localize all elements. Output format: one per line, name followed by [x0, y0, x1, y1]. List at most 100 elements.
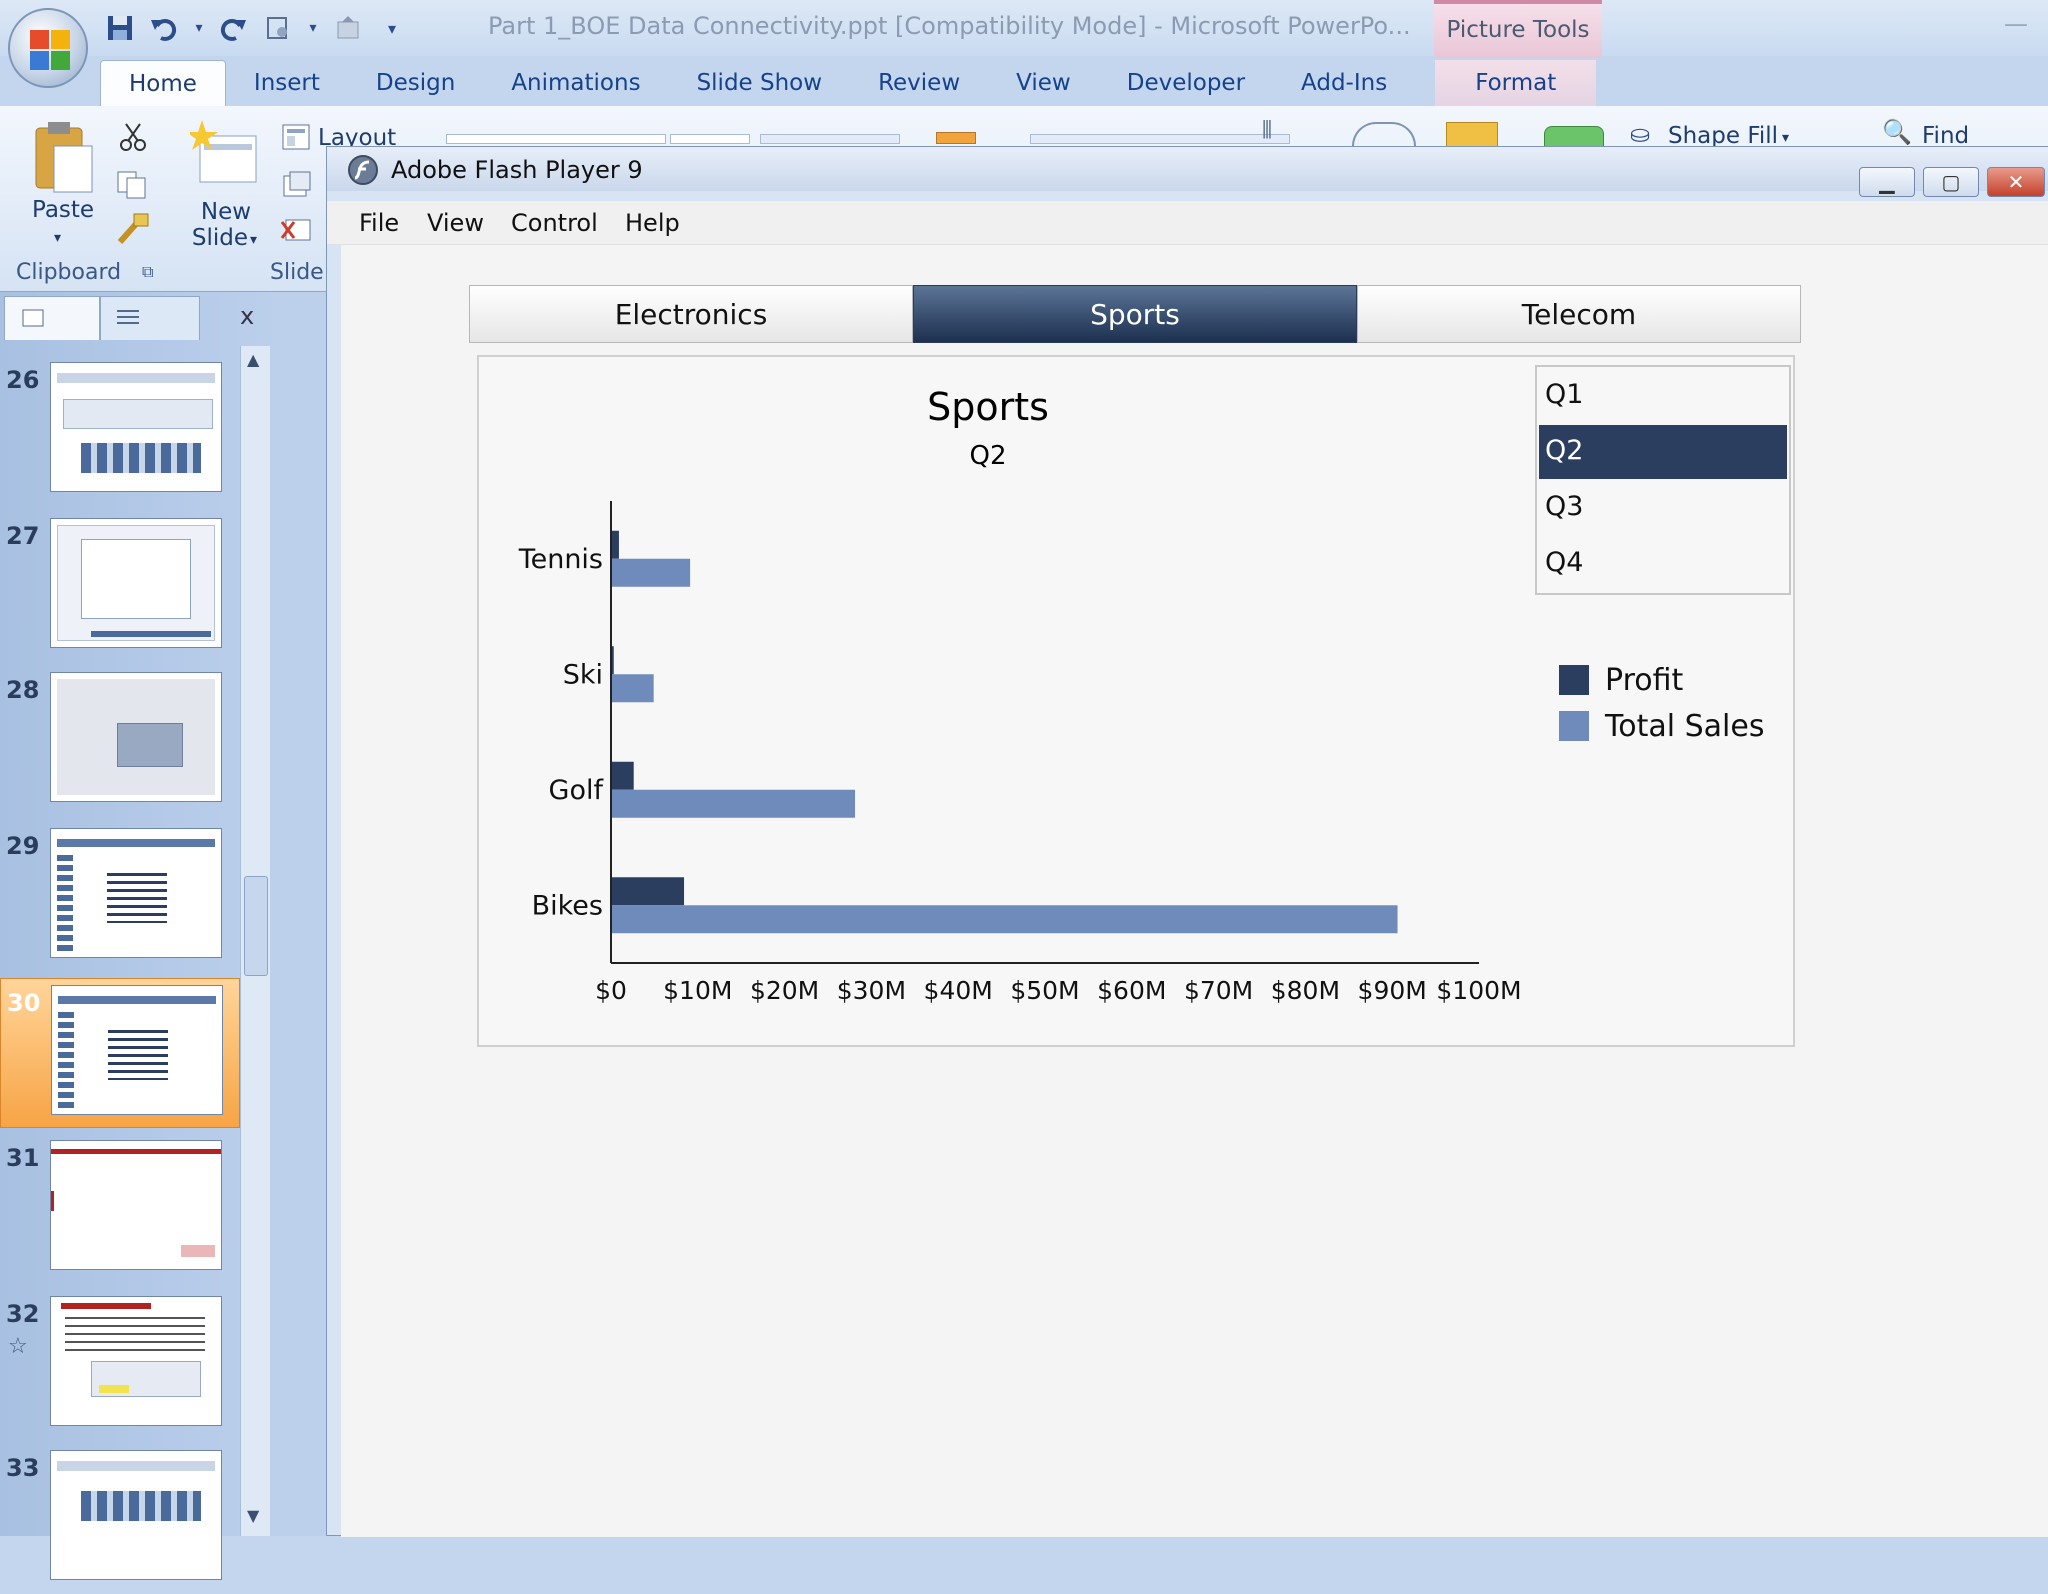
quarter-item-q1[interactable]: Q1 — [1539, 369, 1787, 423]
slide-thumbnail-33[interactable]: 33 — [0, 1444, 240, 1594]
slide-thumbnail-27[interactable]: 27 — [0, 512, 240, 662]
arrange-controls[interactable] — [1030, 134, 1290, 144]
office-button[interactable] — [8, 8, 88, 88]
quarter-item-q3[interactable]: Q3 — [1539, 481, 1787, 535]
menu-view[interactable]: View — [427, 209, 484, 237]
x-tick-label: $70M — [1184, 976, 1253, 1005]
bar-bikes-total-sales — [612, 905, 1398, 934]
bar-golf-profit — [612, 761, 634, 790]
chart-legend: Profit Total Sales — [1559, 657, 1789, 749]
redo-icon[interactable] — [218, 12, 250, 44]
arrange-icon[interactable] — [1352, 122, 1416, 146]
x-tick-label: $30M — [837, 976, 906, 1005]
reset-slide-icon[interactable] — [282, 170, 312, 198]
slide-number: 31 — [6, 1144, 40, 1172]
publish-icon[interactable] — [332, 12, 364, 44]
new-slide-label[interactable]: New — [196, 198, 256, 226]
scroll-up-icon[interactable]: ▲ — [247, 350, 259, 369]
tab-developer[interactable]: Developer — [1099, 60, 1273, 106]
slide-thumbnail-image — [50, 1450, 222, 1580]
tab-insert[interactable]: Insert — [226, 60, 348, 106]
font-name-box[interactable] — [446, 134, 666, 144]
slide-thumbnail-26[interactable]: 26 — [0, 356, 240, 506]
copy-icon[interactable] — [116, 170, 148, 200]
touch-dropdown-icon[interactable]: ▾ — [306, 12, 320, 44]
undo-dropdown-icon[interactable]: ▾ — [192, 12, 206, 44]
tab-view[interactable]: View — [988, 60, 1099, 106]
tab-electronics[interactable]: Electronics — [469, 285, 913, 343]
tab-design[interactable]: Design — [348, 60, 483, 106]
slides-tab[interactable] — [4, 296, 100, 340]
find-icon[interactable]: 🔍 — [1882, 118, 1912, 146]
layout-icon[interactable] — [282, 124, 310, 150]
paste-dropdown-icon[interactable]: ▾ — [54, 224, 61, 252]
picture-tools-context-label: Picture Tools — [1434, 0, 1602, 58]
drawing-shapes-icon[interactable] — [936, 132, 976, 144]
slide-thumbnail-28[interactable]: 28 — [0, 666, 240, 816]
scrollbar-thumb[interactable] — [244, 876, 268, 976]
maximize-button[interactable]: ▢ — [1923, 167, 1979, 197]
slides-tab-icon — [22, 309, 44, 327]
legend-label: Profit — [1605, 662, 1684, 698]
new-slide-icon[interactable] — [190, 118, 260, 192]
tab-review[interactable]: Review — [850, 60, 988, 106]
quarter-item-q4[interactable]: Q4 — [1539, 537, 1787, 591]
slide-thumbnail-31[interactable]: 31 — [0, 1134, 240, 1284]
save-icon[interactable] — [104, 12, 136, 44]
legend-item-profit: Profit — [1559, 657, 1789, 703]
clipboard-dialog-launcher-icon[interactable]: ⧉ — [142, 262, 153, 282]
x-tick-label: $20M — [750, 976, 819, 1005]
category-label: Ski — [563, 659, 603, 690]
slides-panel: x 26 27 28 29 30 31 32 ☆ 33 ▲ ▼ — [0, 292, 280, 1580]
category-label: Bikes — [532, 890, 603, 921]
outline-tab[interactable] — [100, 296, 200, 340]
close-panel-button[interactable]: x — [240, 302, 254, 330]
new-slide-dropdown-icon[interactable]: ▾ — [250, 226, 257, 254]
slide-thumbnail-32[interactable]: 32 ☆ — [0, 1290, 240, 1440]
category-label: Golf — [549, 775, 605, 806]
delete-slide-icon[interactable] — [280, 216, 312, 244]
tab-home[interactable]: Home — [100, 60, 226, 106]
touch-mode-icon[interactable] — [262, 12, 294, 44]
slide-thumbnail-image — [50, 672, 222, 802]
paste-button[interactable]: Paste — [32, 196, 94, 224]
format-painter-icon[interactable] — [116, 212, 150, 246]
cut-icon[interactable] — [118, 122, 148, 152]
undo-icon[interactable] — [148, 12, 180, 44]
slide-thumbnail-image — [50, 362, 222, 492]
new-slide-button[interactable]: Slide — [190, 224, 250, 252]
quarter-list[interactable]: Q1 Q2 Q3 Q4 — [1535, 365, 1791, 595]
x-tick-label: $0 — [595, 976, 627, 1005]
flash-stage: Electronics Sports Telecom Sports Q2 $0 $… — [341, 245, 2048, 1537]
close-button[interactable]: ✕ — [1987, 167, 2045, 197]
font-size-box[interactable] — [670, 134, 750, 144]
scroll-down-icon[interactable]: ▼ — [247, 1506, 259, 1525]
paste-icon[interactable] — [30, 118, 96, 198]
tab-sports[interactable]: Sports — [913, 285, 1357, 343]
x-tick-label: $40M — [924, 976, 993, 1005]
menu-control[interactable]: Control — [511, 209, 598, 237]
tab-telecom[interactable]: Telecom — [1357, 285, 1801, 343]
flash-window-title: Adobe Flash Player 9 — [391, 156, 643, 184]
powerpoint-minimize-button[interactable]: — — [2004, 10, 2028, 38]
slide-thumbnail-image — [50, 1296, 222, 1426]
shape-fill-icon[interactable]: ⛀ — [1630, 120, 1650, 148]
outline-tab-icon — [117, 310, 139, 324]
menu-file[interactable]: File — [359, 209, 399, 237]
text-direction-icon[interactable]: ⫴ — [1262, 116, 1272, 144]
slide-thumbnail-30[interactable]: 30 — [0, 978, 240, 1128]
quarter-item-q2[interactable]: Q2 — [1539, 425, 1787, 479]
tab-format[interactable]: Format — [1435, 60, 1597, 106]
tab-animations[interactable]: Animations — [483, 60, 668, 106]
slide-thumbnail-image — [50, 1140, 222, 1270]
tab-slide-show[interactable]: Slide Show — [669, 60, 851, 106]
slide-thumbnail-29[interactable]: 29 — [0, 822, 240, 972]
paragraph-controls[interactable] — [760, 134, 900, 144]
maximize-icon: ▢ — [1941, 170, 1961, 194]
minimize-button[interactable]: ▁ — [1859, 167, 1915, 197]
tab-add-ins[interactable]: Add-Ins — [1273, 60, 1415, 106]
customize-qat-icon[interactable]: ▾ — [376, 12, 408, 44]
menu-help[interactable]: Help — [625, 209, 680, 237]
slides-panel-scrollbar[interactable]: ▲ ▼ — [240, 346, 270, 1536]
quick-styles-icon[interactable] — [1446, 122, 1498, 148]
